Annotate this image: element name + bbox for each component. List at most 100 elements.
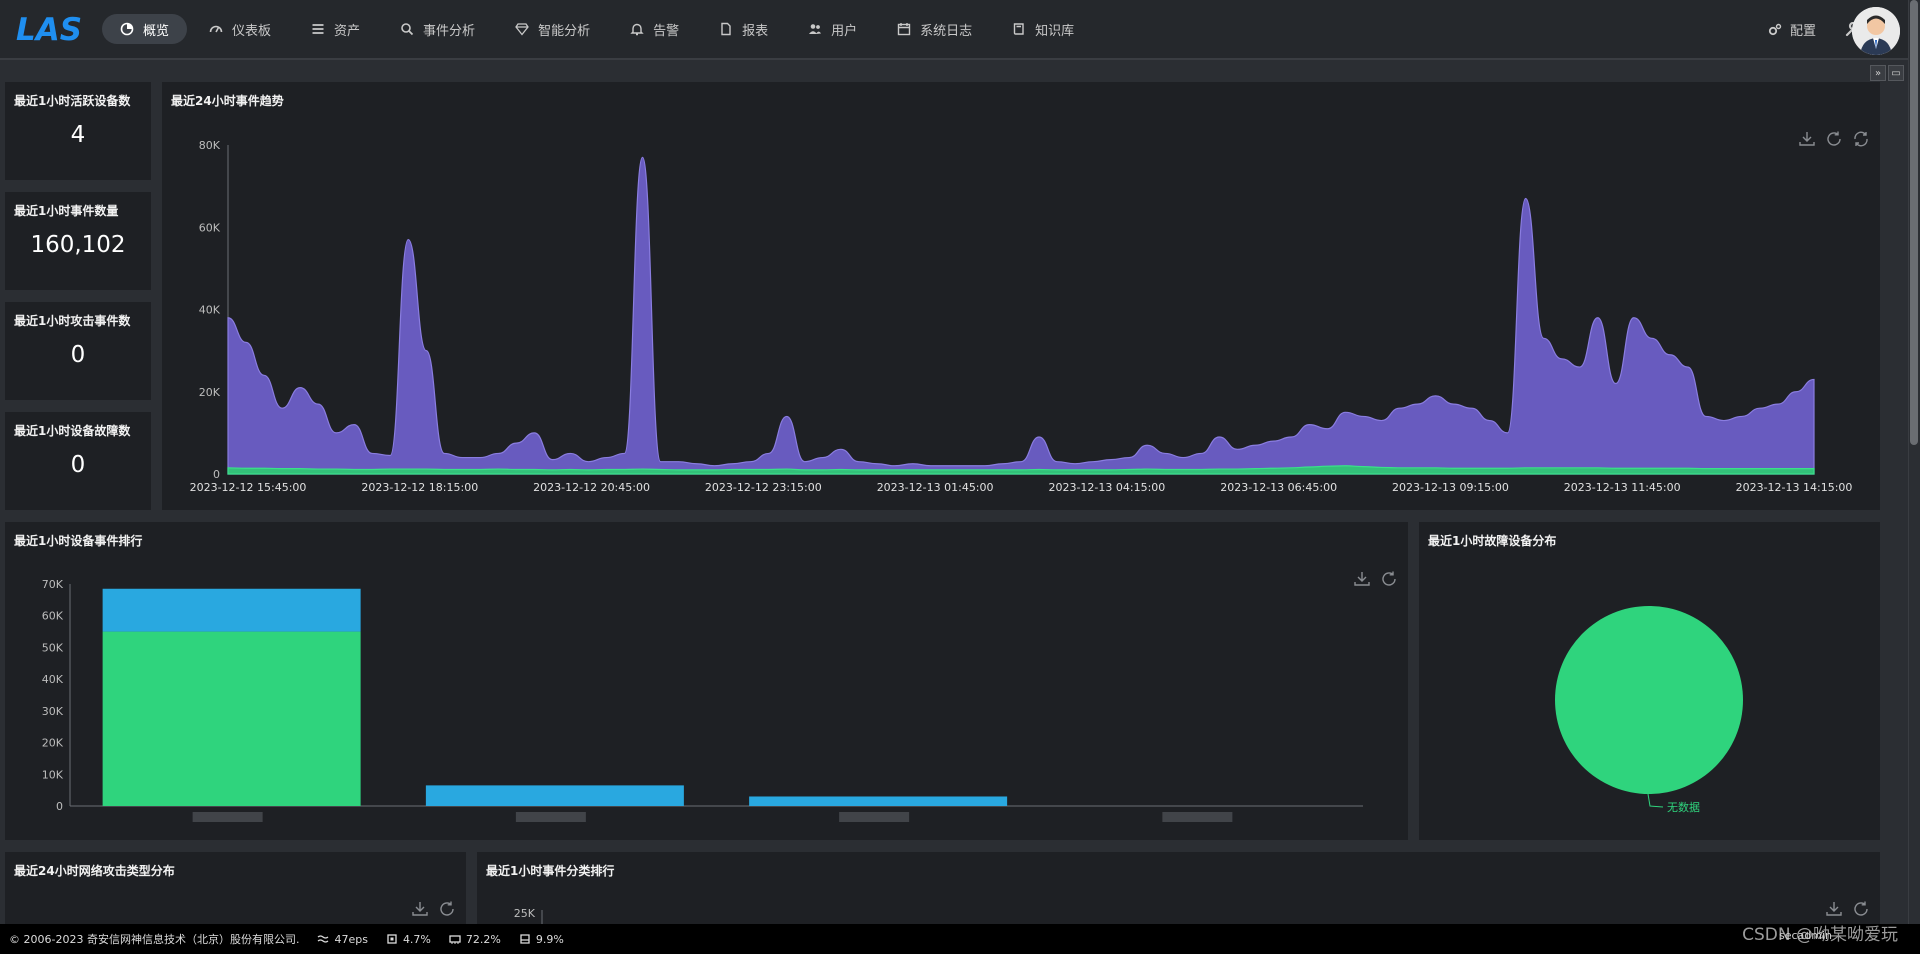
x-tick-label: 2023-12-13 14:15:00	[1736, 481, 1853, 494]
nav-item-dashboard[interactable]: 仪表板	[191, 14, 289, 44]
window-icon[interactable]: ▭	[1888, 65, 1904, 81]
y-tick-label: 20K	[199, 386, 221, 399]
nav-label: 事件分析	[423, 23, 476, 39]
main-nav: 概览 仪表板 资产 事件分析 智能分析 告警 报表 用户 系统日志 知识库	[102, 14, 1092, 44]
nav-item-file[interactable]: 报表	[701, 14, 786, 44]
nav-item-bell[interactable]: 告警	[612, 14, 697, 44]
attack-type-panel: 最近24小时网络攻击类型分布	[5, 852, 466, 924]
device-bar-segment[interactable]	[102, 588, 361, 632]
x-tick-label: 2023-12-13 04:15:00	[1048, 481, 1165, 494]
pie-chart-icon	[120, 22, 134, 36]
las-logo[interactable]: LAS	[14, 12, 88, 44]
eps-value: 47eps	[334, 932, 368, 946]
nav-label: 用户	[831, 23, 858, 39]
book-icon	[1013, 23, 1024, 35]
config-button[interactable]: 配置	[1760, 14, 1824, 45]
event-trend-panel: 最近24小时事件趋势 0 20K 40K 60K 80K 2023-12-12 15:45…	[162, 82, 1880, 510]
category-rank-chart: 25K	[514, 907, 543, 924]
nav-item-list[interactable]: 资产	[293, 14, 378, 44]
memory-icon	[449, 935, 461, 944]
list-icon	[312, 24, 324, 34]
stat-card-attack-events: 最近1小时攻击事件数 0	[5, 302, 151, 400]
x-tick-label: 2023-12-13 09:15:00	[1392, 481, 1509, 494]
y-tick-label: 10K	[42, 768, 64, 781]
y-tick-label: 0	[56, 800, 63, 813]
nav-item-users[interactable]: 用户	[790, 14, 875, 44]
nav-label: 概览	[143, 23, 170, 39]
stat-card-event-count: 最近1小时事件数量 160,102	[5, 192, 151, 290]
top-nav-bar: LAS 概览 仪表板 资产 事件分析 智能分析 告警 报表 用户 系统日志 知识库 配置	[0, 0, 1920, 60]
blurred-device-label	[839, 812, 910, 822]
nav-item-calendar[interactable]: 系统日志	[879, 14, 990, 44]
nav-label: 系统日志	[920, 23, 973, 39]
y-tick-label: 0	[213, 468, 220, 481]
nav-label: 智能分析	[538, 23, 591, 39]
refresh-icon[interactable]	[438, 900, 456, 918]
device-bar-segment[interactable]	[749, 796, 1008, 806]
user-avatar[interactable]	[1852, 7, 1900, 55]
category-rank-panel: 最近1小时事件分类排行 25K	[477, 852, 1880, 924]
header-actions: 配置	[1760, 14, 1860, 45]
diamond-icon	[515, 23, 529, 36]
x-tick-label: 2023-12-13 11:45:00	[1564, 481, 1681, 494]
disk-value: 9.9%	[535, 932, 564, 946]
nav-item-diamond[interactable]: 智能分析	[497, 14, 608, 44]
users-icon	[809, 24, 822, 34]
status-footer: © 2006-2023 奇安信网神信息技术（北京）股份有限公司. 47eps 4…	[0, 924, 1920, 954]
panel-title: 最近24小时网络攻击类型分布	[14, 864, 175, 878]
y-tick-label: 80K	[199, 139, 221, 152]
device-bar-segment[interactable]	[425, 785, 684, 806]
download-icon[interactable]	[411, 900, 429, 918]
stat-title: 最近1小时设备故障数	[14, 424, 131, 438]
x-tick-label: 2023-12-12 18:15:00	[361, 481, 478, 494]
config-label: 配置	[1789, 24, 1816, 39]
device-rank-chart: 0 10K 20K 30K 40K 50K 60K 70K	[42, 578, 1363, 822]
cpu-icon	[387, 934, 397, 944]
stat-value: 4	[70, 122, 86, 148]
collapse-icon[interactable]: »	[1870, 65, 1886, 81]
memory-metric: 72.2%	[449, 933, 501, 946]
nav-item-book[interactable]: 知识库	[994, 14, 1092, 44]
fault-distribution-panel: 最近1小时故障设备分布 无数据	[1419, 522, 1880, 840]
y-tick-label: 40K	[42, 673, 64, 686]
pie-slice-label: 无数据	[1667, 800, 1700, 814]
x-tick-label: 2023-12-12 20:45:00	[533, 481, 650, 494]
memory-value: 72.2%	[465, 932, 501, 946]
stat-title: 最近1小时活跃设备数	[14, 94, 131, 108]
nav-label: 仪表板	[232, 23, 272, 39]
stat-value: 0	[70, 342, 86, 368]
trend-series-area[interactable]	[227, 156, 1815, 475]
nav-label: 知识库	[1035, 23, 1075, 39]
chart-toolbox	[411, 900, 456, 918]
device-bar-segment[interactable]	[102, 631, 361, 806]
bell-icon	[630, 23, 644, 36]
scrollbar-thumb[interactable]	[1910, 0, 1918, 445]
x-tick-label: 2023-12-13 06:45:00	[1220, 481, 1337, 494]
fault-distribution-pie: 无数据	[1555, 606, 1743, 814]
panel-corner-controls: » ▭	[1870, 65, 1904, 81]
page-scrollbar[interactable]	[1908, 0, 1920, 924]
dashboard-icon	[209, 25, 223, 33]
x-tick-label: 2023-12-12 23:15:00	[705, 481, 822, 494]
y-tick-label: 20K	[42, 737, 64, 750]
file-icon	[721, 22, 731, 36]
blurred-device-label	[1162, 812, 1233, 822]
x-tick-label: 2023-12-13 01:45:00	[877, 481, 994, 494]
nav-item-pie-chart[interactable]: 概览	[102, 14, 188, 44]
y-tick-label: 60K	[199, 221, 221, 234]
disk-icon	[520, 934, 530, 944]
stat-title: 最近1小时攻击事件数	[14, 314, 131, 328]
watermark-text: CSDN @呦某呦爱玩	[1742, 925, 1898, 945]
nav-item-search[interactable]: 事件分析	[382, 14, 493, 44]
nav-label: 资产	[334, 23, 361, 39]
nav-label: 报表	[742, 23, 769, 39]
cpu-metric: 4.7%	[386, 933, 431, 946]
calendar-icon	[897, 23, 911, 36]
pie-slice[interactable]	[1555, 606, 1743, 794]
gears-icon	[1768, 23, 1782, 35]
stat-value: 0	[70, 452, 86, 478]
y-tick-label: 30K	[42, 705, 64, 718]
y-tick-label: 40K	[199, 304, 221, 317]
event-trend-chart: 0 20K 40K 60K 80K 2023-12-12 15:45:00 2023-12-…	[190, 139, 1853, 494]
pie-label-line	[1647, 793, 1664, 808]
